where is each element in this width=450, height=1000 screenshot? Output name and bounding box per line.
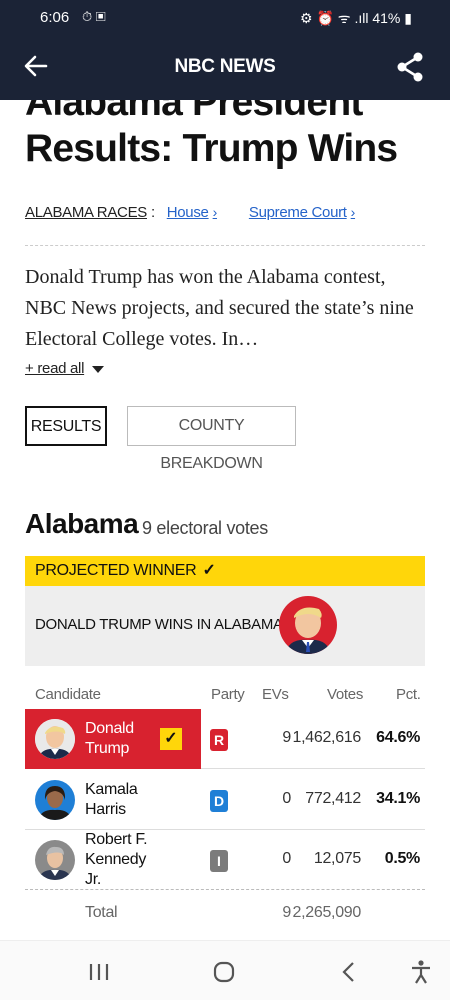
system-nav-bar xyxy=(0,940,450,1000)
candidate-cell: Kamala Harris xyxy=(25,770,201,830)
back-nav-icon[interactable] xyxy=(334,959,364,985)
total-evs: 9 xyxy=(282,904,291,921)
house-link[interactable]: House › xyxy=(166,204,218,221)
candidate-cell: Donald Trump ✓ xyxy=(25,709,201,769)
accessibility-icon[interactable] xyxy=(406,959,436,985)
party-badge: I xyxy=(210,850,228,872)
status-time: 6:06 xyxy=(40,9,70,26)
races-nav: ALABAMA RACES: House › Supreme Court › xyxy=(25,204,383,221)
total-label: Total xyxy=(85,904,118,921)
read-all-toggle[interactable]: + read all xyxy=(25,360,105,377)
party-badge: D xyxy=(210,790,228,812)
candidate-name: Kamala Harris xyxy=(85,781,138,818)
vote-count: 772,412 xyxy=(305,790,361,807)
status-bar: 6:06 ⏱ ▣ ⚙ ⏰ ᯤ .ıll 41% ▮ xyxy=(0,0,450,34)
ev-count: 0 xyxy=(282,790,291,807)
tab-county-breakdown[interactable]: COUNTY BREAKDOWN xyxy=(127,406,296,472)
read-all-label: + read all xyxy=(25,360,85,377)
table-row: Donald Trump ✓ R 9 1,462,616 64.6% xyxy=(25,709,425,769)
supreme-court-link-label: Supreme Court xyxy=(248,204,347,221)
battery-level: 41% xyxy=(372,10,401,26)
home-icon[interactable] xyxy=(209,959,239,985)
divider xyxy=(25,245,425,246)
candidate-name: Robert F. Kennedy Jr. xyxy=(85,831,148,888)
chevron-right-icon: › xyxy=(212,204,218,220)
vote-count: 1,462,616 xyxy=(292,729,362,746)
avatar xyxy=(35,719,75,759)
article-summary: Donald Trump has won the Alabama contest… xyxy=(25,266,414,350)
winner-summary: DONALD TRUMP WINS IN ALABAMA xyxy=(25,586,425,666)
winner-text: DONALD TRUMP WINS IN ALABAMA xyxy=(35,616,283,633)
caret-down-icon xyxy=(92,365,105,373)
battery-icon: ▮ xyxy=(404,10,412,26)
signal-icon: ⚙ ⏰ ᯤ .ıll xyxy=(300,10,373,26)
table-row: Kamala Harris D 0 772,412 34.1% xyxy=(25,770,425,830)
ev-count: 9 xyxy=(282,729,291,746)
status-notification-icons: ⏱ ▣ xyxy=(82,9,106,24)
tab-results[interactable]: RESULTS xyxy=(25,406,107,446)
races-label: ALABAMA RACES xyxy=(25,204,147,221)
article-content[interactable]: Alabama President Results: Trump Wins AL… xyxy=(0,100,450,940)
trump-avatar xyxy=(279,596,337,654)
house-link-label: House xyxy=(166,204,209,221)
col-header-evs: EVs xyxy=(262,686,289,703)
vote-count: 12,075 xyxy=(313,850,361,867)
share-icon[interactable] xyxy=(394,51,426,83)
status-right: ⚙ ⏰ ᯤ .ıll 41% ▮ xyxy=(300,9,412,28)
app-title: NBC NEWS xyxy=(174,56,276,77)
electoral-votes-label: 9 electoral votes xyxy=(142,518,268,538)
winner-check-icon: ✓ xyxy=(160,728,182,750)
vote-pct: 64.6% xyxy=(376,729,420,746)
vote-pct: 0.5% xyxy=(384,850,421,867)
app-bar: NBC NEWS xyxy=(0,34,450,100)
page-title: Alabama President Results: Trump Wins xyxy=(25,100,398,170)
col-header-pct: Pct. xyxy=(396,686,421,703)
avatar xyxy=(35,840,75,880)
races-colon: : xyxy=(150,204,155,221)
avatar xyxy=(35,780,75,820)
ev-count: 0 xyxy=(282,850,291,867)
chevron-right-icon: › xyxy=(350,204,356,220)
col-header-candidate: Candidate xyxy=(35,686,101,703)
candidate-name: Donald Trump xyxy=(85,720,134,757)
col-header-party: Party xyxy=(211,686,245,703)
table-total-row: Total 9 2,265,090 xyxy=(25,900,425,930)
vote-pct: 34.1% xyxy=(376,790,420,807)
checkmark-icon: ✓ xyxy=(202,562,216,579)
projected-winner-label: PROJECTED WINNER xyxy=(35,562,197,579)
total-votes: 2,265,090 xyxy=(292,904,362,921)
projected-winner-banner: PROJECTED WINNER ✓ xyxy=(25,556,425,586)
candidate-cell: Robert F. Kennedy Jr. xyxy=(25,830,201,890)
state-name: Alabama xyxy=(25,508,139,539)
col-header-votes: Votes xyxy=(327,686,364,703)
supreme-court-link[interactable]: Supreme Court › xyxy=(248,204,356,221)
table-row: Robert F. Kennedy Jr. I 0 12,075 0.5% xyxy=(25,830,425,890)
recent-apps-icon[interactable] xyxy=(84,959,114,985)
party-badge: R xyxy=(210,729,228,751)
